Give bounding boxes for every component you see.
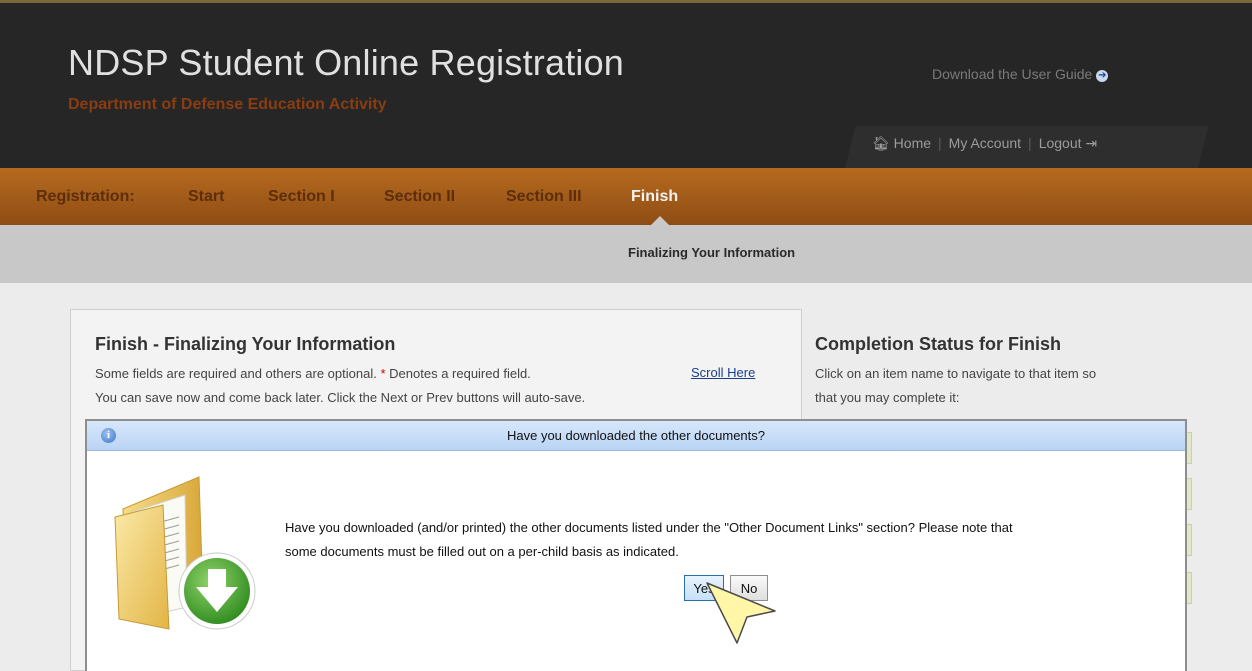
dialog-message-line-1: Have you downloaded (and/or printed) the… — [285, 520, 1013, 535]
pointer-cursor-icon — [706, 582, 776, 644]
status-text-1: Click on an item name to navigate to tha… — [815, 366, 1097, 381]
panel-title: Finish - Finalizing Your Information — [95, 334, 396, 354]
logout-label: Logout — [1038, 135, 1082, 151]
nav-step-start[interactable]: Start — [188, 188, 224, 206]
nav-step-section-i[interactable]: Section I — [268, 188, 335, 206]
my-account-link[interactable]: My Account — [949, 135, 1021, 151]
scroll-here-link[interactable]: Scroll Here — [691, 365, 755, 380]
logout-link[interactable]: Logout ⇥ — [1039, 135, 1097, 151]
subheader-title: Finalizing Your Information — [628, 245, 796, 260]
logout-icon: ⇥ — [1085, 135, 1098, 151]
required-note-text: Some fields are required and others are … — [95, 366, 377, 381]
confirm-dialog: i Have you downloaded the other document… — [85, 419, 1187, 671]
page-header: NDSP Student Online Registration Departm… — [0, 0, 1252, 168]
header-top-line — [0, 0, 1252, 3]
home-label: Home — [893, 135, 932, 151]
required-note-suffix: Denotes a required field. — [389, 366, 531, 381]
status-text-2: that you may complete it: — [815, 390, 960, 405]
separator: | — [1028, 135, 1032, 151]
nav-step-section-ii[interactable]: Section II — [384, 188, 455, 206]
required-note: Some fields are required and others are … — [95, 366, 531, 381]
dialog-title-bar: i Have you downloaded the other document… — [87, 421, 1185, 451]
dialog-title: Have you downloaded the other documents? — [506, 428, 765, 443]
dialog-message-line-2: some documents must be filled out on a p… — [285, 544, 679, 559]
required-asterisk: * — [380, 366, 386, 381]
nav-step-section-iii[interactable]: Section III — [506, 188, 582, 206]
autosave-note: You can save now and come back later. Cl… — [95, 390, 586, 405]
separator: | — [938, 135, 942, 151]
app-subtitle: Department of Defense Education Activity — [68, 96, 387, 113]
nav-prefix: Registration: — [36, 188, 135, 205]
nav-step-finish[interactable]: Finish — [631, 188, 678, 206]
circle-arrow-icon: ➔ — [1096, 70, 1109, 82]
subheader-bar — [0, 225, 1252, 283]
status-title: Completion Status for Finish — [815, 334, 1061, 354]
registration-nav: Registration: Start Section I Section II… — [0, 168, 1252, 225]
user-guide-label: Download the User Guide — [932, 66, 1093, 82]
home-icon: 🏠︎ — [872, 135, 890, 151]
home-link[interactable]: 🏠︎ Home — [872, 135, 931, 151]
account-links: 🏠︎ Home | My Account | Logout ⇥ — [872, 135, 1097, 152]
user-guide-link[interactable]: Download the User Guide ➔ — [932, 66, 1109, 82]
folder-download-icon — [114, 476, 256, 630]
app-title: NDSP Student Online Registration — [68, 42, 625, 83]
